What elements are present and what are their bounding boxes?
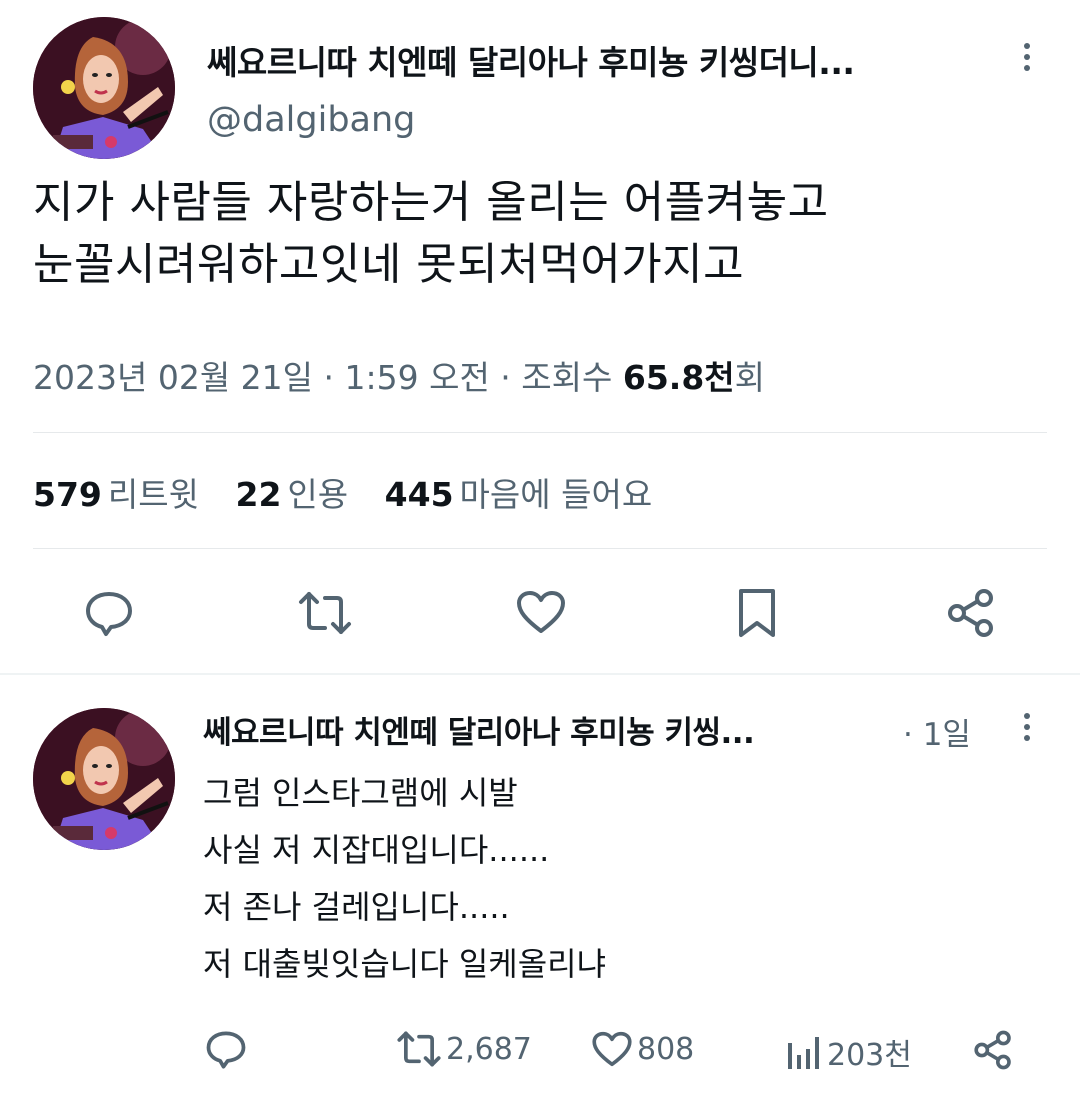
avatar-illustration: [33, 17, 175, 159]
section-divider: [0, 673, 1080, 675]
likes-stat[interactable]: 445 마음에 들어요: [385, 475, 653, 514]
reply-comment-button[interactable]: [205, 1030, 247, 1070]
author-avatar[interactable]: [33, 17, 175, 159]
quotes-stat[interactable]: 22 인용: [235, 475, 348, 514]
heart-icon[interactable]: [515, 589, 567, 635]
reply-like-button[interactable]: 808: [591, 1030, 694, 1068]
engagement-stats: 579 리트윗 22 인용 445 마음에 들어요: [33, 468, 678, 516]
reply-views-button[interactable]: 203천: [785, 1030, 912, 1074]
retweets-stat[interactable]: 579 리트윗: [33, 475, 199, 514]
retweets-label: 리트윗: [107, 475, 199, 514]
tweet-text-line: 눈꼴시려워하고잇네 못되처먹어가지고: [33, 239, 745, 290]
divider: [33, 432, 1047, 433]
likes-label: 마음에 들어요: [459, 475, 653, 514]
divider: [33, 548, 1047, 549]
quotes-count: 22: [235, 475, 282, 514]
views-count: 65.8천: [622, 358, 735, 397]
reply-text-line: 사실 저 지잡대입니다......: [203, 831, 550, 869]
more-icon[interactable]: [1021, 713, 1033, 746]
share-icon: [974, 1030, 1011, 1070]
reply-text: 그럼 인스타그램에 시발 사실 저 지잡대입니다...... 저 존나 걸레입니…: [203, 765, 606, 993]
likes-count: 445: [384, 475, 454, 514]
reply-like-count: 808: [637, 1031, 695, 1067]
retweet-icon: [397, 1031, 441, 1067]
reply-author-avatar[interactable]: [33, 708, 175, 850]
reply-text-line: 저 대출빚잇습니다 일케올리냐: [203, 945, 607, 983]
share-icon[interactable]: [946, 588, 996, 638]
reply-text-line: 그럼 인스타그램에 시발: [203, 774, 518, 812]
reply-retweet-count: 2,687: [446, 1031, 532, 1067]
reply-views-count: 203천: [827, 1038, 912, 1073]
reply-text-line: 저 존나 걸레입니다.....: [203, 888, 510, 926]
views-suffix: 회: [734, 358, 766, 397]
reply-share-button[interactable]: [973, 1030, 1013, 1070]
comment-icon: [206, 1031, 246, 1069]
tweet-date[interactable]: 2023년 02월 21일 · 1:59 오전 · 조회수: [33, 358, 612, 397]
views-icon: [788, 1037, 819, 1069]
reply-author-name[interactable]: 쎄요르니따 치엔떼 달리아나 후미뇽 키씽...: [203, 707, 755, 752]
comment-icon[interactable]: [84, 590, 134, 638]
quotes-label: 인용: [287, 475, 349, 514]
reply-time[interactable]: · 1일: [903, 709, 971, 754]
heart-icon: [592, 1031, 632, 1067]
retweet-icon[interactable]: [297, 590, 353, 636]
tweet-meta: 2023년 02월 21일 · 1:59 오전 · 조회수 65.8천회: [33, 351, 765, 399]
author-name[interactable]: 쎄요르니따 치엔떼 달리아나 후미뇽 키씽더니...: [207, 36, 855, 84]
tweet-text: 지가 사람들 자랑하는거 올리는 어플켜놓고 눈꼴시려워하고잇네 못되처먹어가지…: [33, 172, 829, 296]
author-handle[interactable]: @dalgibang: [207, 100, 415, 140]
avatar-illustration: [33, 708, 175, 850]
retweets-count: 579: [33, 475, 102, 514]
reply-retweet-button[interactable]: 2,687: [396, 1030, 532, 1068]
tweet-text-line: 지가 사람들 자랑하는거 올리는 어플켜놓고: [33, 177, 829, 228]
bookmark-icon[interactable]: [737, 587, 777, 639]
more-icon[interactable]: [1021, 43, 1033, 76]
